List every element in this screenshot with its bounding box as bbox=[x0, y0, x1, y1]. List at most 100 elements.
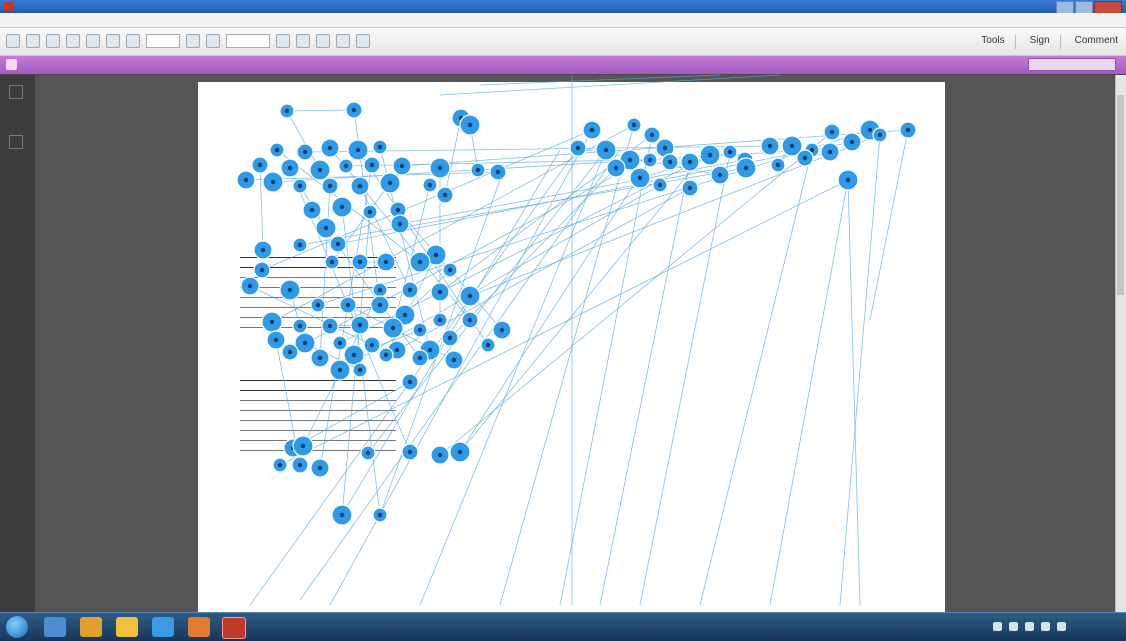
navigation-panel bbox=[0, 75, 35, 612]
table-cell bbox=[266, 390, 292, 401]
table-cell bbox=[370, 400, 396, 411]
table-cell bbox=[266, 317, 292, 328]
toolbar-divider bbox=[1014, 35, 1016, 49]
table-cell bbox=[318, 297, 344, 308]
table-header-cell bbox=[318, 257, 344, 268]
expand-icon[interactable] bbox=[356, 34, 370, 48]
table-cell bbox=[370, 317, 396, 328]
table-header-row bbox=[240, 257, 396, 268]
info-icon bbox=[6, 59, 17, 70]
table-row bbox=[240, 307, 396, 318]
table-cell bbox=[318, 287, 344, 298]
zoom-level-input[interactable] bbox=[226, 34, 270, 48]
table-cell bbox=[292, 390, 318, 401]
tray-icon[interactable] bbox=[1009, 622, 1018, 631]
table-cell bbox=[344, 297, 370, 308]
table-cell bbox=[370, 410, 396, 421]
internet-explorer-icon[interactable] bbox=[152, 617, 174, 637]
attachments-icon[interactable] bbox=[9, 135, 23, 149]
page-thumbnails-icon[interactable] bbox=[9, 85, 23, 99]
table-cell bbox=[292, 410, 318, 421]
comment-icon[interactable] bbox=[316, 34, 330, 48]
fit-page-icon[interactable] bbox=[276, 34, 290, 48]
page-down-icon[interactable] bbox=[126, 34, 140, 48]
tray-icon[interactable] bbox=[993, 622, 1002, 631]
page-up-icon[interactable] bbox=[106, 34, 120, 48]
zoom-out-icon[interactable] bbox=[186, 34, 200, 48]
comment-pane-button[interactable]: Comment bbox=[1075, 35, 1118, 49]
scrollbar-thumb[interactable] bbox=[1117, 95, 1124, 295]
table-cell bbox=[344, 400, 370, 411]
table-cell bbox=[370, 420, 396, 431]
table-cell bbox=[370, 277, 396, 288]
sign-pane-button[interactable]: Sign bbox=[1030, 35, 1050, 49]
table-row bbox=[240, 287, 396, 298]
table-row bbox=[240, 430, 396, 441]
table-cell bbox=[266, 297, 292, 308]
table-cell bbox=[370, 267, 396, 278]
table-cell bbox=[240, 307, 266, 318]
table-cell bbox=[292, 430, 318, 441]
table-cell bbox=[318, 390, 344, 401]
table-header-cell bbox=[344, 380, 370, 391]
table-header-cell bbox=[266, 257, 292, 268]
zoom-in-icon[interactable] bbox=[206, 34, 220, 48]
create-icon[interactable] bbox=[6, 34, 20, 48]
highlight-icon[interactable] bbox=[336, 34, 350, 48]
table-row bbox=[240, 400, 396, 411]
table-header-cell bbox=[318, 380, 344, 391]
toolbar-divider bbox=[1059, 35, 1061, 49]
network-icon[interactable] bbox=[1025, 622, 1034, 631]
print-icon[interactable] bbox=[66, 34, 80, 48]
table-cell bbox=[240, 317, 266, 328]
table-row bbox=[240, 420, 396, 431]
table-cell bbox=[344, 440, 370, 451]
pdf-page bbox=[198, 82, 945, 612]
flag-icon[interactable] bbox=[1057, 622, 1066, 631]
file-explorer-icon[interactable] bbox=[116, 617, 138, 637]
table-cell bbox=[344, 277, 370, 288]
page-number-input[interactable] bbox=[146, 34, 180, 48]
table-cell bbox=[344, 420, 370, 431]
media-player-icon[interactable] bbox=[80, 617, 102, 637]
table-cell bbox=[266, 287, 292, 298]
start-button[interactable] bbox=[6, 616, 28, 638]
open-icon[interactable] bbox=[26, 34, 40, 48]
table-cell bbox=[240, 277, 266, 288]
table-row bbox=[240, 267, 396, 278]
table-cell bbox=[240, 287, 266, 298]
table-cell bbox=[318, 317, 344, 328]
table-cell bbox=[240, 440, 266, 451]
table-header-cell bbox=[240, 257, 266, 268]
vertical-scrollbar[interactable] bbox=[1115, 75, 1126, 612]
table-cell bbox=[292, 297, 318, 308]
table-header-cell bbox=[370, 380, 396, 391]
highlight-fields-button[interactable] bbox=[1028, 58, 1116, 71]
table-cell bbox=[344, 410, 370, 421]
firefox-icon[interactable] bbox=[188, 617, 210, 637]
table-header-cell bbox=[240, 380, 266, 391]
table-header-cell bbox=[292, 257, 318, 268]
table-cell bbox=[240, 297, 266, 308]
table-header-cell bbox=[292, 380, 318, 391]
table-cell bbox=[266, 440, 292, 451]
tools-pane-button[interactable]: Tools bbox=[981, 35, 1004, 49]
table-cell bbox=[370, 297, 396, 308]
table-cell bbox=[240, 390, 266, 401]
table-cell bbox=[344, 307, 370, 318]
table-cell bbox=[318, 410, 344, 421]
table-cell bbox=[344, 430, 370, 441]
table-cell bbox=[266, 420, 292, 431]
table-cell bbox=[370, 440, 396, 451]
table-cell bbox=[240, 430, 266, 441]
save-icon[interactable] bbox=[46, 34, 60, 48]
table-cell bbox=[318, 440, 344, 451]
email-icon[interactable] bbox=[86, 34, 100, 48]
table-row bbox=[240, 277, 396, 288]
folder-icon[interactable] bbox=[44, 617, 66, 637]
adobe-reader-icon[interactable] bbox=[222, 617, 246, 639]
volume-icon[interactable] bbox=[1041, 622, 1050, 631]
table-cell bbox=[344, 267, 370, 278]
fit-width-icon[interactable] bbox=[296, 34, 310, 48]
table-cell bbox=[292, 317, 318, 328]
